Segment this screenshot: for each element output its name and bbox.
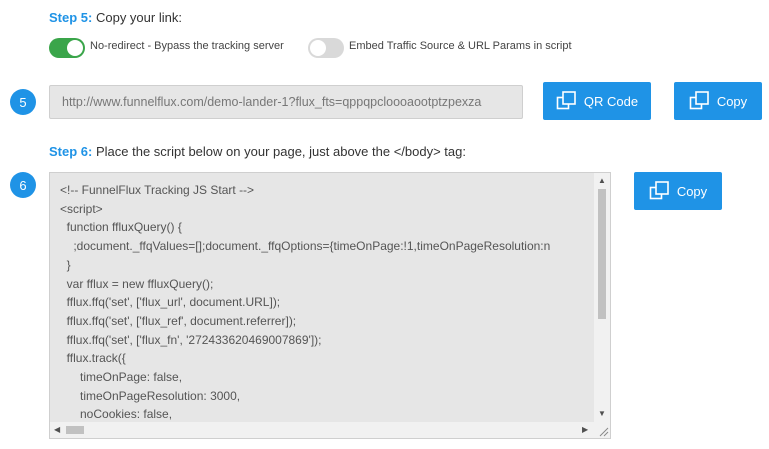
code-line: <script> — [60, 201, 103, 216]
code-line: timeOnPage: false, — [60, 370, 183, 385]
code-line: noCookies: false, — [60, 407, 173, 422]
qr-code-label: QR Code — [583, 93, 639, 109]
step6-title: Step 6: Place the script below on your p… — [49, 144, 466, 159]
step6-label: Step 6: — [49, 144, 93, 159]
step5-badge: 5 — [10, 89, 36, 115]
vertical-scrollbar[interactable]: ▲ ▼ — [594, 173, 610, 423]
qr-code-button[interactable]: QR Code — [543, 82, 651, 120]
toggle-knob — [310, 40, 326, 56]
copy-link-button[interactable]: Copy — [674, 82, 762, 120]
horizontal-scroll-thumb[interactable] — [66, 426, 84, 434]
copy-script-button[interactable]: Copy — [634, 172, 722, 210]
copy-icon — [689, 91, 709, 110]
code-line: fflux.ffq('set', ['flux_url', document.U… — [60, 295, 281, 310]
scroll-left-icon[interactable]: ◀ — [54, 425, 60, 435]
code-line: ;document._ffqValues=[];document._ffqOpt… — [60, 239, 551, 254]
scroll-right-icon[interactable]: ▶ — [582, 425, 588, 435]
toggle-knob — [67, 40, 83, 56]
code-line: timeOnPageResolution: 3000, — [60, 388, 241, 403]
copy-script-label: Copy — [676, 183, 708, 199]
script-code: <!-- FunnelFlux Tracking JS Start --> <sc… — [50, 173, 594, 423]
copy-icon — [556, 91, 576, 110]
embed-params-label: Embed Traffic Source & URL Params in scr… — [349, 40, 572, 52]
code-line: fflux.ffq('set', ['flux_ref', document.r… — [60, 313, 297, 328]
step5-text: Copy your link: — [95, 10, 182, 25]
step6-badge: 6 — [10, 172, 36, 198]
embed-params-toggle[interactable] — [308, 38, 344, 58]
code-line: var fflux = new ffluxQuery(); — [60, 276, 214, 291]
tracking-link-field[interactable]: http://www.funnelflux.com/demo-lander-1?… — [49, 85, 523, 119]
step5-title: Step 5: Copy your link: — [49, 10, 182, 25]
code-line: fflux.track({ — [60, 351, 126, 366]
copy-link-label: Copy — [716, 93, 748, 109]
horizontal-scrollbar[interactable]: ◀ ▶ — [50, 422, 594, 438]
copy-icon — [649, 181, 669, 200]
code-line: function ffluxQuery() { — [60, 220, 182, 235]
step6-text: Place the script below on your page, jus… — [95, 144, 466, 159]
scroll-up-icon[interactable]: ▲ — [598, 176, 606, 186]
code-line: } — [60, 257, 71, 272]
tracking-link-value: http://www.funnelflux.com/demo-lander-1?… — [62, 95, 482, 109]
step5-label: Step 5: — [49, 10, 93, 25]
noredirect-label: No-redirect - Bypass the tracking server — [90, 40, 284, 52]
code-line: fflux.ffq('set', ['flux_fn', '2724336204… — [60, 332, 322, 347]
noredirect-toggle[interactable] — [49, 38, 85, 58]
code-line: <!-- FunnelFlux Tracking JS Start --> — [60, 183, 255, 197]
tracking-script-textarea[interactable]: <!-- FunnelFlux Tracking JS Start --> <sc… — [49, 172, 611, 439]
scroll-down-icon[interactable]: ▼ — [598, 409, 606, 419]
vertical-scroll-thumb[interactable] — [598, 189, 606, 319]
resize-grip-icon[interactable] — [594, 422, 610, 438]
